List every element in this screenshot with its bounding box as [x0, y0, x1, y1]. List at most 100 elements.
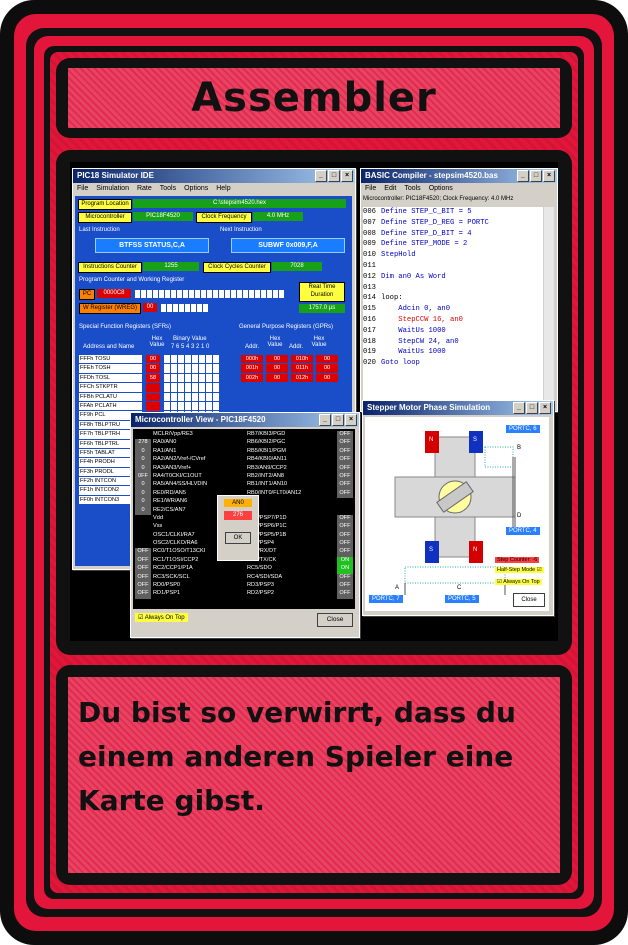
basic-code-editor[interactable]: 006 Define STEP_C_BIT = 5 007 Define STEP_D… — [363, 207, 543, 407]
mc-pin-value: OFF — [337, 573, 353, 583]
mc-pin-row[interactable]: OFF RD1/PSP1 — [135, 590, 243, 599]
code-line[interactable]: 014 loop: — [363, 293, 543, 304]
mc-pin-row[interactable]: RB3/AN9/CCP2 OFF — [245, 464, 353, 473]
gpr-row[interactable]: 002h 00 012h 00 — [241, 373, 347, 383]
mc-pin-row[interactable]: 0FF RA4/T0CKI/C1OUT — [135, 472, 243, 482]
mc-pin-row[interactable]: 0 RA5/AN4/SS/HLVDIN — [135, 481, 243, 490]
popup-value[interactable]: 276 — [224, 511, 252, 520]
code-line[interactable]: 016 StepCCW 16, an0 — [363, 315, 543, 326]
clock-cycles-value: 7028 — [272, 262, 322, 271]
mc-pin-row[interactable]: OFF RC3/SCK/SCL — [135, 573, 243, 583]
minimize-icon[interactable]: _ — [315, 170, 327, 182]
mc-pin-row[interactable]: RD2/PSP2 OFF — [245, 590, 353, 599]
code-line[interactable]: 007 Define STEP_D_REG = PORTC — [363, 218, 543, 229]
mc-pin-row[interactable]: RD5/PSP5/P1B OFF — [245, 531, 353, 541]
mc-pin-row[interactable]: RB6/KBI2/PGC OFF — [245, 439, 353, 448]
code-line[interactable]: 010 StepHold — [363, 250, 543, 261]
code-line[interactable]: 013 — [363, 283, 543, 294]
mc-always-on-top-checkbox[interactable]: ☑ Always On Top — [135, 613, 188, 622]
gpr-cell: 00 — [266, 373, 288, 383]
code-line[interactable]: 019 WaitUs 1000 — [363, 347, 543, 358]
close-icon[interactable]: × — [543, 170, 555, 182]
close-icon[interactable]: × — [345, 414, 357, 426]
mc-pin-row[interactable]: RD3/PSP3 OFF — [245, 582, 353, 591]
sfr-name: FFCh STKPTR — [79, 383, 142, 392]
mc-pin-row[interactable]: RB2/INT2/AN8 OFF — [245, 472, 353, 482]
gpr-row[interactable]: 000h 00 010h 00 — [241, 355, 347, 364]
close-icon[interactable]: × — [341, 170, 353, 182]
sfr-row[interactable]: FFDh TOSL 58 — [79, 373, 229, 383]
maximize-icon[interactable]: □ — [526, 402, 538, 414]
mc-pin-row[interactable]: RD6/PSP6/P1C OFF — [245, 523, 353, 532]
code-line[interactable]: 012 Dim an0 As Word — [363, 272, 543, 283]
code-line[interactable]: 017 WaitUs 1000 — [363, 326, 543, 337]
mc-pin-row[interactable]: MCLR/Vpp/RE3 — [135, 431, 243, 439]
sfr-name: FFAh PCLATH — [79, 401, 142, 411]
sfr-row[interactable]: FFEh TOSH 00 — [79, 364, 229, 373]
gpr-cell: 00 — [316, 364, 338, 373]
mc-pin-row[interactable]: RB4/KBI0/AN11 OFF — [245, 456, 353, 465]
gpr-col-hex-1: Hex Value — [267, 336, 283, 348]
half-step-checkbox[interactable]: Half-Step Mode ☑ — [495, 567, 544, 573]
code-line[interactable]: 018 StepCW 24, an0 — [363, 337, 543, 348]
mc-pin-row[interactable]: RC6/TX/CK ON — [245, 556, 353, 566]
game-card[interactable]: Assembler PIC18 Simulator IDE _ □ × File S… — [0, 0, 628, 945]
code-line[interactable]: 011 — [363, 261, 543, 272]
menu-edit[interactable]: Edit — [384, 183, 396, 194]
code-line[interactable]: 020 Goto loop — [363, 358, 543, 369]
mc-pin-row[interactable]: OFF RD0/PSP0 — [135, 582, 243, 591]
sfr-row[interactable]: FFCh STKPTR — [79, 383, 229, 392]
menu-tools[interactable]: Tools — [160, 183, 176, 194]
mc-pin-row[interactable]: RD4/PSP4 OFF — [245, 540, 353, 549]
pole-label-3: S — [429, 547, 434, 553]
stepper-always-on-top-checkbox[interactable]: ☑ Always On Top — [495, 579, 542, 585]
mc-pin-row[interactable]: RC7/RX/DT OFF — [245, 548, 353, 557]
mc-pin-value: OFF — [337, 582, 353, 591]
code-line[interactable]: 006 Define STEP_C_BIT = 5 — [363, 207, 543, 218]
mc-close-button[interactable]: Close — [317, 613, 353, 627]
mc-pin-row[interactable]: RB7/KBI3/PGD OFF — [245, 431, 353, 440]
sfr-row[interactable]: FFBh PCLATU — [79, 392, 229, 401]
mc-pin-row[interactable]: 278 RA0/AN0 — [135, 439, 243, 448]
mc-pin-row[interactable]: RC4/SDI/SDA OFF — [245, 573, 353, 583]
mc-pin-label: RB5/KBI1/PGM — [247, 447, 286, 454]
menu-simulation[interactable]: Simulation — [96, 183, 129, 194]
code-line[interactable]: 008 Define STEP_D_BIT = 4 — [363, 229, 543, 240]
mc-pin-label: RB2/INT2/AN8 — [247, 472, 284, 479]
mc-pin-row[interactable]: 0 RA1/AN1 — [135, 447, 243, 457]
menu-tools[interactable]: Tools — [404, 183, 420, 194]
mc-pin-value: OFF — [337, 431, 353, 440]
mc-pin-row[interactable]: RB1/INT1/AN10 OFF — [245, 481, 353, 490]
menu-file[interactable]: File — [365, 183, 376, 194]
mc-pin-row[interactable]: RC5/SDO ON — [245, 565, 353, 574]
basic-window-titlebar: BASIC Compiler - stepsim4520.bas _ □ × — [361, 169, 557, 183]
gpr-row[interactable]: 001h 00 011h 00 — [241, 364, 347, 373]
mc-pin-row[interactable]: OFF RC2/CCP1/P1A — [135, 565, 243, 574]
sfr-row[interactable]: FFAh PCLATH — [79, 401, 229, 411]
menu-file[interactable]: File — [77, 183, 88, 194]
mc-pin-row[interactable]: RB5/KBI1/PGM OFF — [245, 447, 353, 457]
popup-ok-button[interactable]: OK — [225, 532, 251, 544]
stepper-close-button[interactable]: Close — [513, 593, 545, 607]
maximize-icon[interactable]: □ — [332, 414, 344, 426]
mc-pin-row[interactable]: 0 RA3/AN3/Vref+ — [135, 464, 243, 473]
mc-pin-row[interactable]: RB0/INT0/FLT0/AN12 OFF — [245, 489, 353, 499]
menu-options[interactable]: Options — [184, 183, 208, 194]
mc-pin-row[interactable] — [245, 507, 353, 515]
minimize-icon[interactable]: _ — [517, 170, 529, 182]
menu-options[interactable]: Options — [429, 183, 453, 194]
minimize-icon[interactable]: _ — [319, 414, 331, 426]
mc-pin-row[interactable]: 0 RA2/AN2/Vref-/CVref — [135, 456, 243, 465]
code-scrollbar[interactable] — [544, 207, 554, 407]
maximize-icon[interactable]: □ — [530, 170, 542, 182]
code-line[interactable]: 009 Define STEP_MODE = 2 — [363, 239, 543, 250]
sfr-row[interactable]: FFFh TOSU 00 — [79, 355, 229, 364]
menu-help[interactable]: Help — [216, 183, 230, 194]
mc-pin-row[interactable]: RD7/PSP7/P1D OFF — [245, 514, 353, 524]
maximize-icon[interactable]: □ — [328, 170, 340, 182]
close-icon[interactable]: × — [539, 402, 551, 414]
code-line[interactable]: 015 Adcin 0, an0 — [363, 304, 543, 315]
minimize-icon[interactable]: _ — [513, 402, 525, 414]
mc-pin-row[interactable] — [245, 498, 353, 506]
menu-rate[interactable]: Rate — [137, 183, 152, 194]
